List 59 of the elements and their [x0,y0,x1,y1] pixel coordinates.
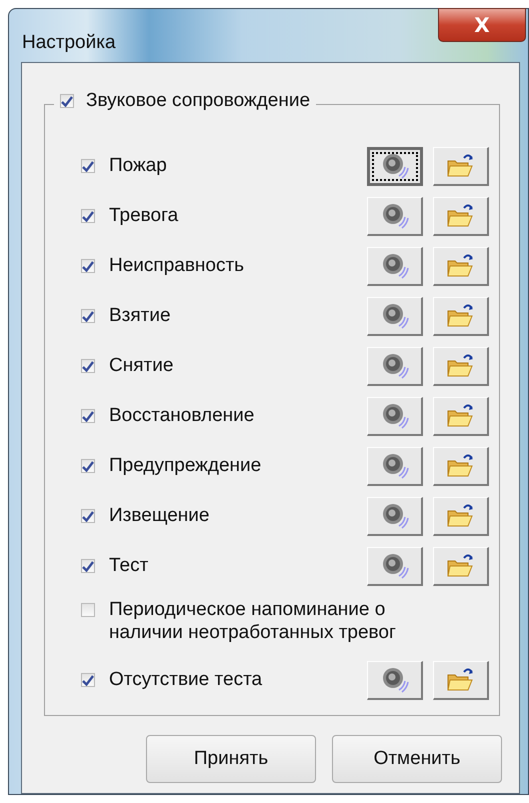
open-folder-icon [446,666,476,692]
checkbox-label: Тревога [109,204,180,228]
open-folder-icon [446,352,476,378]
open-file-button[interactable] [433,196,489,236]
checkbox-label: Снятие [109,354,174,378]
checkbox-label: Извещение [109,504,210,528]
checkbox[interactable] [81,409,95,423]
open-file-button[interactable] [433,446,489,486]
checkbox[interactable] [81,673,95,687]
open-folder-icon [446,302,476,328]
checkbox[interactable] [81,603,95,617]
checkbox[interactable] [81,359,95,373]
checkbox-label: Восстановление [109,404,256,428]
speaker-icon [380,452,408,480]
speaker-icon [380,302,408,330]
open-folder-icon [446,252,476,278]
speaker-icon [381,152,409,180]
speaker-icon [380,666,408,694]
checkbox-label: Неисправность [109,254,246,278]
checkbox-label: Отсутствие теста [109,668,264,692]
speaker-icon [380,402,408,430]
open-file-button[interactable] [433,246,489,286]
speaker-icon [380,352,408,380]
open-file-button[interactable] [433,396,489,436]
checkbox[interactable] [81,509,95,523]
open-folder-icon [446,452,476,478]
dialog-button[interactable]: Принять [146,735,316,783]
open-folder-icon [446,502,476,528]
open-folder-icon [446,202,476,228]
open-file-button[interactable] [433,146,489,186]
checkbox[interactable] [81,459,95,473]
checkbox-label: Взятие [109,304,172,328]
open-file-button[interactable] [433,546,489,586]
close-button[interactable]: X [438,8,526,42]
open-folder-icon [446,402,476,428]
open-folder-icon [446,152,476,178]
checkbox-label: Тест [109,554,150,578]
checkbox[interactable] [81,559,95,573]
open-folder-icon [446,552,476,578]
open-file-button[interactable] [433,346,489,386]
open-file-button[interactable] [433,296,489,336]
checkbox[interactable] [81,309,95,323]
speaker-icon [380,502,408,530]
checkbox-label: Пожар [109,154,168,178]
dialog-button[interactable]: Отменить [332,735,502,783]
checkbox[interactable] [81,209,95,223]
checkbox-label: Предупреждение [109,454,262,478]
checkbox-label: Периодическое напоминание о наличии неотработанных тревог [109,599,397,645]
speaker-icon [380,202,408,230]
checkbox[interactable] [81,259,95,273]
checkbox-label: Звуковое сопровождение [86,90,310,113]
speaker-icon [380,552,408,580]
play-sound-button[interactable] [367,146,423,186]
checkbox[interactable] [60,94,74,108]
open-file-button[interactable] [433,660,489,700]
window-title: Настройка [22,33,116,52]
checkbox[interactable] [81,159,95,173]
open-file-button[interactable] [433,496,489,536]
speaker-icon [380,252,408,280]
